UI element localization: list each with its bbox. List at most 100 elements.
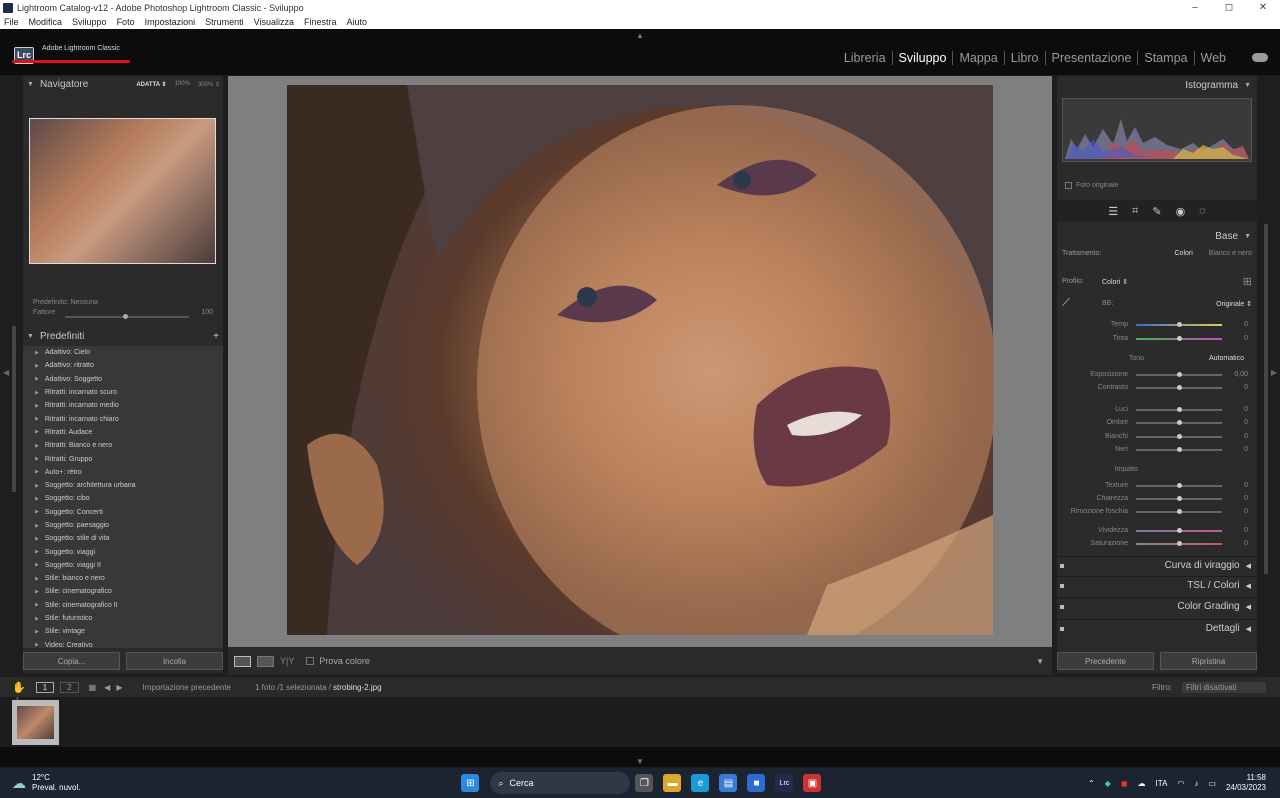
slider-value[interactable]: 0 [1222, 433, 1248, 440]
language-indicator[interactable]: ITA [1156, 779, 1168, 788]
slider-thumb[interactable] [1177, 419, 1182, 425]
preset-folder-item[interactable]: ▶ Video: Creativo [23, 639, 223, 648]
module-stampa[interactable]: Stampa [1138, 51, 1195, 65]
copy-button[interactable]: Copia... [23, 652, 120, 670]
source-label[interactable]: Importazione precedente [142, 683, 231, 692]
close-button[interactable]: ✕ [1246, 2, 1280, 13]
clock[interactable]: 11:58 24/03/2023 [1226, 773, 1266, 793]
preset-folder-item[interactable]: ▶ Adattivo: Soggetto [23, 373, 223, 386]
preset-folder-item[interactable]: ▶ Stile: cinematografico [23, 585, 223, 598]
right-scrollbar[interactable] [1264, 224, 1268, 574]
reset-button[interactable]: Ripristina [1160, 652, 1257, 670]
toolbar-menu-icon[interactable]: ▼ [1036, 657, 1044, 666]
nav-fit-option[interactable]: ADATTA ⇕ [136, 81, 166, 88]
slider-track[interactable] [1136, 482, 1222, 488]
soft-proof-checkbox[interactable] [306, 657, 315, 665]
preset-folder-item[interactable]: ▶ Stile: cinematografico II [23, 599, 223, 612]
slider-thumb[interactable] [1177, 482, 1182, 488]
tray-app-icon[interactable]: ◆ [1105, 779, 1111, 788]
wb-dropdown[interactable]: Originale ⇕ [1216, 300, 1252, 308]
slider-thumb[interactable] [1177, 446, 1182, 452]
edge-browser-icon[interactable]: e [691, 774, 710, 792]
preset-folder-item[interactable]: ▶ Stile: vintage [23, 625, 223, 638]
panel-switch-icon[interactable] [1060, 583, 1064, 588]
collapse-top-icon[interactable]: ▲ [636, 31, 644, 40]
screen1-button[interactable]: 1 [35, 681, 55, 693]
edit-sliders-icon[interactable]: ☰ [1108, 205, 1118, 218]
tray-cloud-icon[interactable]: ☁ [1138, 779, 1146, 788]
histogram[interactable] [1062, 98, 1252, 162]
slider-value[interactable]: 0 [1222, 495, 1248, 502]
slider-track[interactable] [1136, 508, 1222, 514]
lightroom-taskbar-icon[interactable]: Lrc [775, 774, 794, 792]
menu-foto[interactable]: Foto [117, 17, 135, 27]
profile-dropdown[interactable]: Colori ⇕ [1102, 278, 1128, 286]
menu-sviluppo[interactable]: Sviluppo [72, 17, 107, 27]
wifi-icon[interactable]: ◠ [1177, 779, 1184, 788]
preset-folder-item[interactable]: ▶ Ritratti: Audace [23, 426, 223, 439]
minimize-button[interactable]: – [1178, 2, 1212, 13]
preset-folder-item[interactable]: ▶ Auto+: rétro [23, 466, 223, 479]
module-web[interactable]: Web [1195, 51, 1232, 65]
slider-thumb[interactable] [1177, 508, 1182, 514]
nav-100-option[interactable]: 100% [175, 81, 190, 88]
slider-thumb[interactable] [1177, 540, 1182, 546]
slider-track[interactable] [1136, 384, 1222, 390]
menu-visualizza[interactable]: Visualizza [254, 17, 294, 27]
slider-track[interactable] [1136, 419, 1222, 425]
compare-view-button[interactable] [257, 655, 274, 667]
menu-modifica[interactable]: Modifica [29, 17, 63, 27]
maximize-button[interactable]: ◻ [1212, 2, 1246, 13]
treatment-color-option[interactable]: Colori [1175, 250, 1193, 257]
taskbar-search[interactable]: ⌕ Cerca [490, 772, 631, 794]
paste-button[interactable]: Incolla [126, 652, 223, 670]
slider-track[interactable] [1136, 433, 1222, 439]
screenshot-tool-icon[interactable]: ▣ [803, 774, 822, 792]
original-photo-checkbox[interactable] [1065, 182, 1072, 189]
filmstrip-thumbnail[interactable] [12, 700, 59, 745]
slider-track[interactable] [1136, 335, 1222, 341]
auto-tone-button[interactable]: Automatico [1209, 355, 1252, 362]
slider-thumb[interactable] [1177, 495, 1182, 501]
forward-arrow-icon[interactable]: ▶ [116, 683, 122, 692]
add-preset-icon[interactable]: + [213, 331, 223, 342]
slider-thumb[interactable] [1177, 433, 1182, 439]
panel-switch-icon[interactable] [1060, 604, 1064, 609]
slider-track[interactable] [1136, 371, 1222, 377]
task-view-icon[interactable]: ❐ [635, 774, 654, 792]
crop-icon[interactable]: ⌗ [1132, 205, 1138, 218]
menu-strumenti[interactable]: Strumenti [205, 17, 244, 27]
preset-folder-item[interactable]: ▶ Adattivo: Cielo [23, 346, 223, 359]
right-panel-toggle-icon[interactable]: ▶ [1271, 368, 1277, 377]
slider-track[interactable] [1136, 495, 1222, 501]
main-photo[interactable] [287, 85, 993, 635]
preset-folder-item[interactable]: ▶ Soggetto: stile di vita [23, 532, 223, 545]
module-libreria[interactable]: Libreria [838, 51, 893, 65]
left-scrollbar[interactable] [12, 326, 16, 492]
slider-value[interactable]: 0 [1222, 527, 1248, 534]
presets-header[interactable]: ▼ Predefiniti + [23, 328, 223, 344]
healing-brush-icon[interactable]: ✎ [1152, 205, 1161, 218]
slider-thumb[interactable] [1177, 406, 1182, 412]
slider-value[interactable]: 0 [1222, 446, 1248, 453]
loupe-view-button[interactable] [234, 655, 251, 667]
section-tone-curve[interactable]: Curva di viraggio ◀ [1057, 556, 1257, 574]
histogram-header[interactable]: Istogramma ▼ [1057, 76, 1257, 94]
previous-button[interactable]: Precedente [1057, 652, 1154, 670]
amount-slider-thumb[interactable] [123, 314, 128, 319]
preset-folder-item[interactable]: ▶ Soggetto: viaggi [23, 545, 223, 558]
menu-impostazioni[interactable]: Impostazioni [145, 17, 196, 27]
hand-tool-icon[interactable]: ✋ [12, 681, 26, 694]
grid-icon[interactable]: ▦ [89, 683, 97, 692]
slider-thumb[interactable] [1177, 384, 1182, 390]
original-photo-toggle[interactable]: Foto originale [1065, 182, 1118, 189]
preset-folder-item[interactable]: ▶ Soggetto: paesaggio [23, 519, 223, 532]
slider-thumb[interactable] [1177, 527, 1182, 533]
tray-up-arrow-icon[interactable]: ⌃ [1088, 779, 1095, 788]
preset-folder-item[interactable]: ▶ Soggetto: architettura urbana [23, 479, 223, 492]
redeye-icon[interactable]: ◉ [1176, 205, 1186, 218]
back-arrow-icon[interactable]: ◀ [104, 683, 110, 692]
slider-track[interactable] [1136, 540, 1222, 546]
preset-folder-item[interactable]: ▶ Stile: futuristico [23, 612, 223, 625]
tray-creative-cloud-icon[interactable]: ◼ [1121, 779, 1128, 788]
